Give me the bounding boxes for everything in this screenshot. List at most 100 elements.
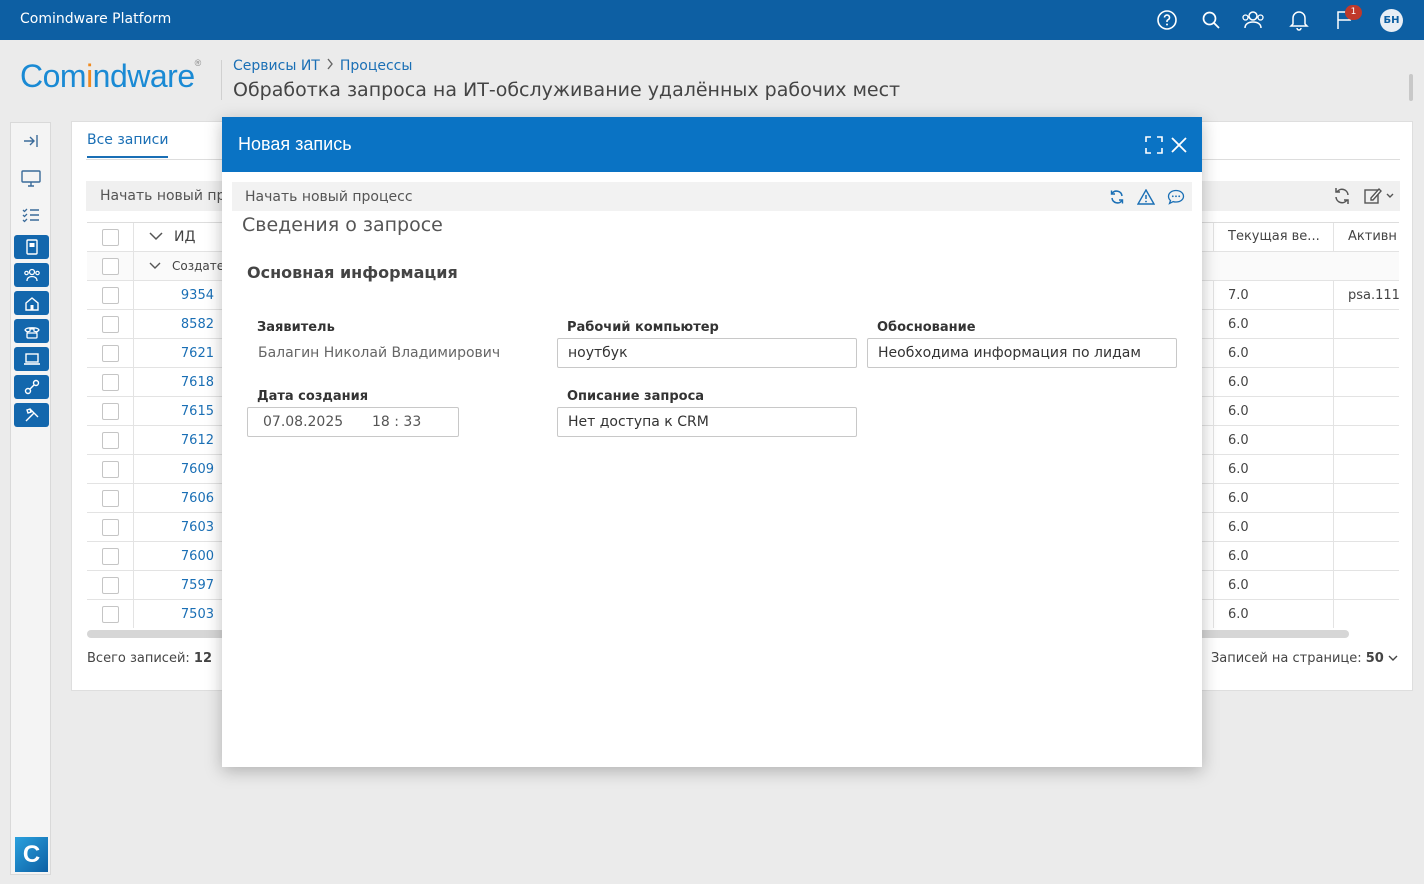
total-records: Всего записей: 12 [87,651,213,666]
row-id-link[interactable]: 7609 [157,462,214,477]
group-checkbox[interactable] [102,258,119,275]
select-all-checkbox[interactable] [102,229,119,246]
computer-field[interactable]: ноутбук [557,338,857,368]
link-icon[interactable] [14,375,49,399]
tab-all-records[interactable]: Все записи [87,132,169,158]
created-date-label: Дата создания [257,389,369,404]
chevron-right-icon [326,58,334,74]
description-field[interactable]: Нет доступа к CRM [557,407,857,437]
row-id-link[interactable]: 9354 [157,288,214,303]
row-version: 6.0 [1228,433,1249,448]
row-checkbox[interactable] [102,490,119,507]
row-version: 6.0 [1228,375,1249,390]
row-checkbox[interactable] [102,519,119,536]
refresh-icon[interactable] [1332,186,1352,206]
row-checkbox[interactable] [102,316,119,333]
collapse-icon[interactable] [13,129,49,153]
column-header-active[interactable]: Активн [1348,229,1397,244]
row-id-link[interactable]: 7615 [157,404,214,419]
section-title: Основная информация [247,263,458,282]
refresh-icon[interactable] [1107,187,1127,207]
tools-icon[interactable] [14,403,49,427]
maximize-icon[interactable] [1143,134,1165,156]
row-id-link[interactable]: 7621 [157,346,214,361]
row-id-link[interactable]: 7503 [157,607,214,622]
row-version: 6.0 [1228,404,1249,419]
row-checkbox[interactable] [102,606,119,623]
row-version: 6.0 [1228,462,1249,477]
avatar[interactable]: БН [1380,9,1403,32]
checklist-icon[interactable] [13,203,49,227]
row-id-link[interactable]: 7603 [157,520,214,535]
row-id-link[interactable]: 7606 [157,491,214,506]
column-header-version[interactable]: Текущая ве... [1228,229,1320,244]
reason-field[interactable]: Необходима информация по лидам [867,338,1177,368]
laptop-icon[interactable] [14,347,49,371]
row-checkbox[interactable] [102,403,119,420]
row-version: 6.0 [1228,549,1249,564]
users-icon[interactable] [1241,8,1265,32]
page-title: Обработка запроса на ИТ-обслуживание уда… [233,79,901,101]
row-checkbox[interactable] [102,345,119,362]
search-icon[interactable] [1199,8,1223,32]
dialog-title: Новая запись [238,134,352,154]
desktop-icon[interactable] [13,167,49,191]
home-icon[interactable] [14,291,49,315]
created-date-value[interactable]: 07.08.2025 [263,414,343,430]
applicant-value: Балагин Николай Владимирович [258,345,501,361]
users-icon[interactable] [14,263,49,287]
column-header-id[interactable]: ИД [174,229,195,245]
row-id-link[interactable]: 7612 [157,433,214,448]
row-version: 7.0 [1228,288,1249,303]
row-checkbox[interactable] [102,287,119,304]
help-icon[interactable] [1155,8,1179,32]
comment-icon[interactable] [1166,187,1186,207]
breadcrumb: Сервисы ИТ Процессы [233,58,412,74]
row-version: 6.0 [1228,578,1249,593]
dialog-header: Новая запись [222,117,1202,172]
row-version: 6.0 [1228,491,1249,506]
breadcrumb-item-it-services[interactable]: Сервисы ИТ [233,58,320,74]
close-icon[interactable] [1168,134,1190,156]
row-checkbox[interactable] [102,374,119,391]
bell-icon[interactable] [1287,8,1311,32]
warning-icon[interactable] [1136,187,1156,207]
edit-icon[interactable] [1362,186,1398,206]
row-checkbox[interactable] [102,432,119,449]
sort-chevron-icon[interactable] [149,229,163,245]
platform-logo-icon[interactable]: C [15,837,48,872]
computer-label: Рабочий компьютер [567,320,719,335]
top-bar: Comindware Platform 1 БН [0,0,1424,40]
row-active: psa.1114 [1348,288,1399,303]
notification-badge: 1 [1345,5,1362,20]
left-rail: C [10,122,51,875]
phone-icon[interactable] [14,319,49,343]
chevron-down-icon [1388,655,1398,661]
page-scrollbar[interactable] [1409,74,1413,101]
created-datetime-field[interactable]: 07.08.2025 18 : 33 [247,407,459,437]
applicant-label: Заявитель [257,320,335,335]
created-time-value[interactable]: 18 : 33 [372,414,421,430]
header-divider [221,60,222,100]
new-record-dialog: Новая запись Начать новый процесс Сведен… [222,117,1202,767]
dialog-start-process-button[interactable]: Начать новый процесс [245,189,413,205]
row-id-link[interactable]: 7597 [157,578,214,593]
reason-label: Обоснование [877,320,976,335]
row-checkbox[interactable] [102,548,119,565]
row-version: 6.0 [1228,317,1249,332]
group-chevron-icon[interactable] [149,258,161,274]
row-id-link[interactable]: 7600 [157,549,214,564]
description-label: Описание запроса [567,389,705,404]
row-checkbox[interactable] [102,461,119,478]
form-title: Сведения о запросе [242,214,443,236]
document-icon[interactable] [14,235,49,259]
row-version: 6.0 [1228,607,1249,622]
row-version: 6.0 [1228,520,1249,535]
breadcrumb-item-processes[interactable]: Процессы [340,58,413,74]
records-per-page-select[interactable]: Записей на странице: 50 [1211,651,1398,666]
dialog-toolbar: Начать новый процесс [232,182,1192,211]
comindware-logo[interactable]: Comindware® [20,58,201,95]
row-id-link[interactable]: 7618 [157,375,214,390]
row-id-link[interactable]: 8582 [157,317,214,332]
row-checkbox[interactable] [102,577,119,594]
